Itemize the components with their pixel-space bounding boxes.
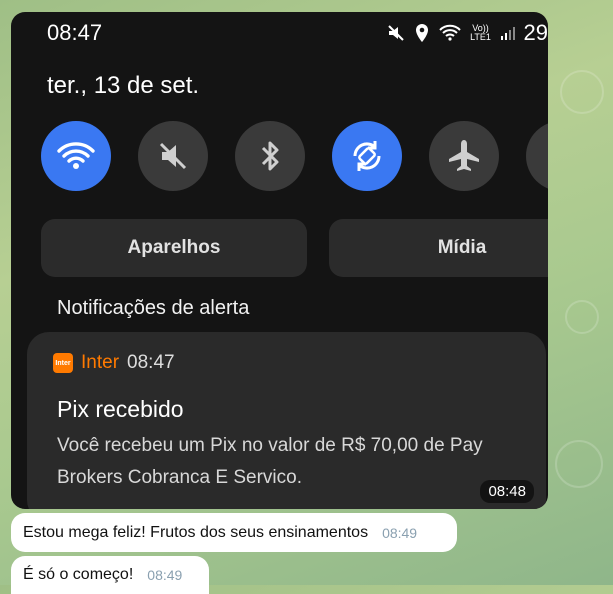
app-name: Inter: [81, 352, 120, 373]
sound-toggle[interactable]: [138, 121, 208, 191]
more-toggle[interactable]: [526, 121, 548, 191]
airplane-icon: [449, 140, 479, 171]
message-text: Estou mega feliz! Frutos dos seus ensina…: [23, 523, 369, 541]
more-icon: [544, 139, 548, 173]
notification-body: Você recebeu um Pix no valor de R$ 70,00…: [57, 435, 483, 488]
pix-notification[interactable]: Inter Inter 08:47 Pix recebido Você rece…: [27, 332, 546, 509]
battery-level: 29: [523, 20, 548, 45]
section-title: Notificações de alerta: [57, 297, 250, 319]
notification-time: 08:47: [127, 352, 175, 373]
message-bubble[interactable]: É só o começo! 08:49: [11, 556, 209, 594]
message-text: É só o começo!: [23, 566, 134, 583]
image-timestamp: 08:48: [480, 480, 534, 503]
mute-icon: [386, 23, 406, 43]
background-doodle: [555, 440, 603, 488]
message-time: 08:49: [147, 567, 183, 583]
quick-settings: [41, 121, 548, 191]
message-bubble[interactable]: Estou mega feliz! Frutos dos seus ensina…: [11, 513, 457, 552]
wifi-toggle[interactable]: [41, 121, 111, 191]
media-button[interactable]: Mídia: [329, 219, 548, 277]
bluetooth-toggle[interactable]: [235, 121, 305, 191]
screenshot-image[interactable]: 08:47 Vo)) LTE1 29 ter., 13 de set. Apar…: [11, 12, 548, 509]
status-time: 08:47: [47, 20, 103, 45]
message-time: 08:49: [382, 524, 418, 541]
inter-logo-icon: Inter: [53, 353, 73, 373]
mute-icon: [159, 142, 187, 170]
auto-rotate-toggle[interactable]: [332, 121, 402, 191]
notification-title: Pix recebido: [57, 396, 184, 422]
status-bar: 08:47 Vo)) LTE1 29: [11, 12, 548, 52]
wifi-icon: [57, 142, 95, 169]
background-doodle: [565, 300, 599, 334]
background-doodle: [560, 70, 604, 114]
wifi-signal-icon: [438, 24, 462, 42]
date-label: ter., 13 de set.: [47, 72, 200, 99]
airplane-toggle[interactable]: [429, 121, 499, 191]
status-icons: Vo)) LTE1 29: [386, 20, 548, 46]
bluetooth-icon: [261, 141, 279, 171]
notification-header: Inter Inter 08:47: [53, 352, 175, 374]
location-icon: [414, 23, 430, 43]
cell-signal-icon: [500, 25, 516, 41]
network-label: Vo)) LTE1: [470, 23, 491, 42]
devices-button[interactable]: Aparelhos: [41, 219, 307, 277]
auto-rotate-icon: [353, 141, 381, 171]
